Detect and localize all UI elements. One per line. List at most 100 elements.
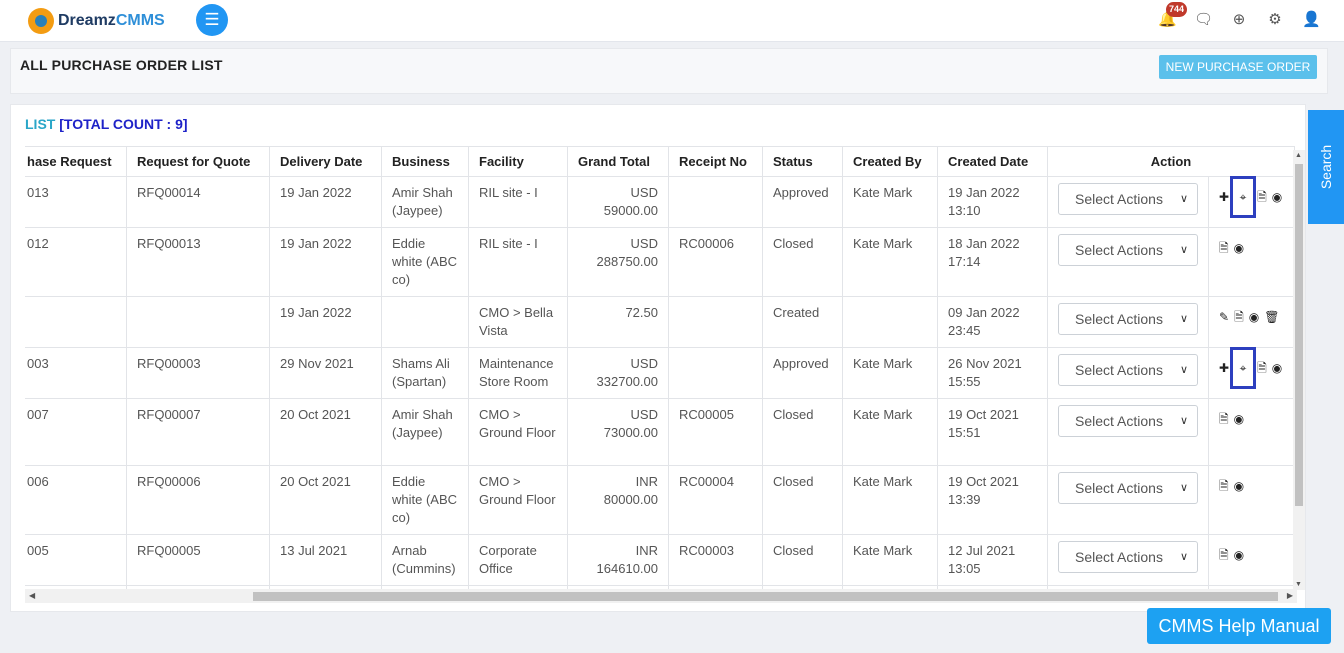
cell-select-actions: Select Actions ∨ <box>1047 398 1209 466</box>
cell-action-icons: ✎ 🗎 ◉ 🗑 <box>1207 296 1296 348</box>
cell-rfq: RFQ00007 <box>126 398 270 466</box>
col-request-for-quote[interactable]: Request for Quote <box>126 146 270 177</box>
cell-action-icons: 🗎◉ <box>1207 227 1296 297</box>
file-icon[interactable]: 🗎 <box>1219 477 1229 495</box>
created-date: 09 Jan 2022 <box>948 305 1020 320</box>
file-icon[interactable]: 🗎 <box>1257 188 1267 206</box>
cell-grand-total: USD 332700.00 <box>567 347 669 399</box>
cell-rfq: RFQ00006 <box>126 465 270 535</box>
eye-icon[interactable]: ◉ <box>1234 546 1244 564</box>
select-actions-dropdown[interactable]: Select Actions ∨ <box>1058 183 1198 215</box>
select-actions-dropdown[interactable]: Select Actions ∨ <box>1058 472 1198 504</box>
select-actions-dropdown[interactable]: Select Actions ∨ <box>1058 303 1198 335</box>
col-created-date[interactable]: Created Date <box>937 146 1048 177</box>
currency: USD <box>630 407 658 422</box>
new-purchase-order-button[interactable]: NEW PURCHASE ORDER <box>1159 55 1317 79</box>
cell-facility: CMO > Ground Floor <box>468 465 568 535</box>
total-count: [TOTAL COUNT : 9] <box>59 116 188 132</box>
select-actions-dropdown[interactable]: Select Actions ∨ <box>1058 354 1198 386</box>
menu-toggle-button[interactable]: ☰ <box>196 4 228 36</box>
cell-receipt-no <box>668 296 763 348</box>
eye-icon[interactable]: ◉ <box>1234 477 1244 495</box>
select-actions-dropdown[interactable]: Select Actions ∨ <box>1058 405 1198 437</box>
file-icon[interactable]: 🗎 <box>1219 546 1229 564</box>
search-side-tab[interactable]: Search <box>1308 110 1344 224</box>
cell-delivery-date: 19 Jan 2022 <box>269 227 382 297</box>
col-delivery-date[interactable]: Delivery Date <box>269 146 382 177</box>
select-actions-dropdown[interactable]: Select Actions ∨ <box>1058 541 1198 573</box>
currency: USD <box>630 356 658 371</box>
cell-rfq: RFQ00003 <box>126 347 270 399</box>
top-icons: 🔔 744 🗨 ⊕ ⚙ 👤 <box>1158 2 1321 30</box>
select-actions-dropdown[interactable]: Select Actions ∨ <box>1058 234 1198 266</box>
cell-status: Approved <box>762 176 843 228</box>
cell-facility: Maintenance Store Room <box>468 347 568 399</box>
scroll-up-arrow-icon[interactable]: ▲ <box>1295 152 1302 159</box>
cell-created-by: Kate Mark <box>842 398 938 466</box>
table-row: 19 Jan 2022 CMO > Bella Vista 72.50 Created… <box>25 296 1296 348</box>
add-circle-icon[interactable]: ⊕ <box>1230 10 1248 30</box>
cell-created-date: 26 Nov 2021 15:55 <box>937 347 1048 399</box>
eye-icon[interactable]: ◉ <box>1234 239 1244 257</box>
file-icon[interactable]: 🗎 <box>1234 308 1244 326</box>
cell-grand-total: INR 80000.00 <box>567 465 669 535</box>
chat-icon[interactable]: 🗨 <box>1194 10 1213 30</box>
col-grand-total[interactable]: Grand Total <box>567 146 669 177</box>
logo-text: DreamzCMMS <box>58 12 165 29</box>
table-viewport[interactable]: hase Request Request for Quote Delivery … <box>25 146 1297 592</box>
user-profile-icon[interactable]: 👤 <box>1302 10 1321 30</box>
col-business[interactable]: Business <box>381 146 469 177</box>
cell-select-actions: Select Actions ∨ <box>1047 534 1209 586</box>
help-manual-button[interactable]: CMMS Help Manual <box>1147 608 1331 644</box>
chevron-down-icon: ∨ <box>1179 551 1188 563</box>
map-marker-icon[interactable]: ⌖ <box>1230 176 1257 218</box>
cell-facility: CMO > Ground Floor <box>468 398 568 466</box>
logo[interactable]: DreamzCMMS <box>28 8 165 34</box>
map-marker-icon[interactable]: ⌖ <box>1230 347 1257 389</box>
cell-status: Closed <box>762 227 843 297</box>
eye-icon[interactable]: ◉ <box>1249 308 1259 326</box>
notification-badge: 744 <box>1166 2 1188 17</box>
cell-purchase-request: 007 <box>25 398 127 466</box>
cell-select-actions: Select Actions ∨ <box>1047 227 1209 297</box>
pencil-icon[interactable]: ✎ <box>1219 308 1229 326</box>
plus-icon[interactable]: ✚ <box>1219 188 1229 206</box>
horizontal-scroll-thumb[interactable] <box>253 592 1278 601</box>
eye-icon[interactable]: ◉ <box>1234 410 1244 428</box>
col-created-by[interactable]: Created By <box>842 146 938 177</box>
cell-delivery-date: 19 Jan 2022 <box>269 176 382 228</box>
file-icon[interactable]: 🗎 <box>1219 239 1229 257</box>
col-receipt-no[interactable]: Receipt No <box>668 146 763 177</box>
vertical-scrollbar[interactable]: ▲ ▼ <box>1293 150 1305 590</box>
top-bar: DreamzCMMS ☰ 🔔 744 🗨 ⊕ ⚙ 👤 <box>0 0 1344 42</box>
cell-receipt-no: RC00004 <box>668 465 763 535</box>
eye-icon[interactable]: ◉ <box>1272 188 1282 206</box>
trash-icon[interactable]: 🗑 <box>1264 308 1279 326</box>
cell-receipt-no <box>668 347 763 399</box>
created-time: 13:39 <box>948 492 981 507</box>
amount: 288750.00 <box>596 254 658 269</box>
plus-icon[interactable]: ✚ <box>1219 359 1229 377</box>
scroll-right-arrow-icon[interactable]: ▶ <box>1287 591 1293 600</box>
chevron-down-icon: ∨ <box>1179 193 1188 205</box>
settings-gear-icon[interactable]: ⚙ <box>1266 10 1284 30</box>
cell-created-date: 09 Jan 2022 23:45 <box>937 296 1048 348</box>
col-purchase-request[interactable]: hase Request <box>25 146 127 177</box>
page-header: ALL PURCHASE ORDER LIST NEW PURCHASE ORD… <box>10 48 1328 94</box>
table-row: 012 RFQ00013 19 Jan 2022 Eddie white (ABC c… <box>25 227 1296 297</box>
file-icon[interactable]: 🗎 <box>1257 359 1267 377</box>
vertical-scroll-thumb[interactable] <box>1295 164 1303 506</box>
col-facility[interactable]: Facility <box>468 146 568 177</box>
select-actions-label: Select Actions <box>1075 480 1163 496</box>
notification-bell-icon[interactable]: 🔔 744 <box>1158 2 1188 30</box>
horizontal-scrollbar[interactable]: ◀ ▶ <box>25 589 1297 603</box>
created-time: 23:45 <box>948 323 981 338</box>
chevron-down-icon: ∨ <box>1179 482 1188 494</box>
col-status[interactable]: Status <box>762 146 843 177</box>
eye-icon[interactable]: ◉ <box>1272 359 1282 377</box>
cell-select-actions: Select Actions ∨ <box>1047 465 1209 535</box>
file-icon[interactable]: 🗎 <box>1219 410 1229 428</box>
scroll-down-arrow-icon[interactable]: ▼ <box>1295 581 1302 588</box>
cell-grand-total: INR 164610.00 <box>567 534 669 586</box>
scroll-left-arrow-icon[interactable]: ◀ <box>29 591 35 600</box>
